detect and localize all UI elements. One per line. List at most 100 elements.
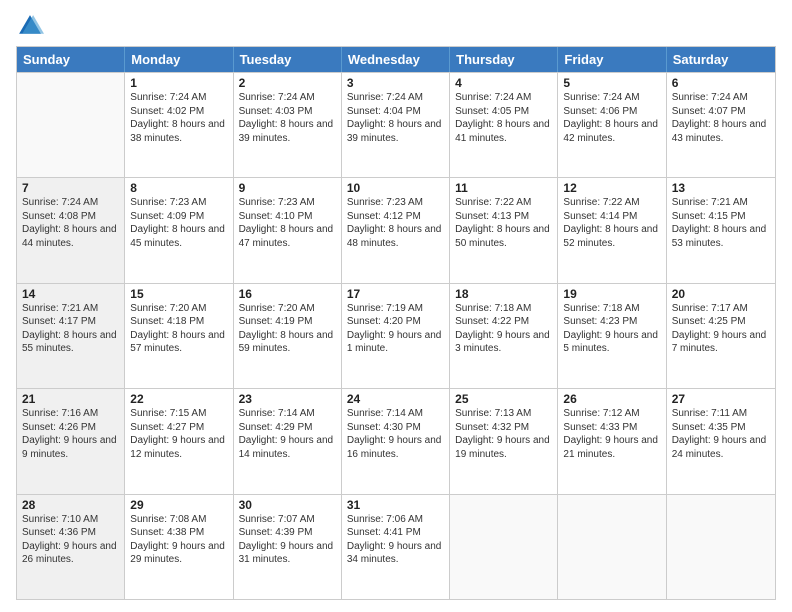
day-number: 27 xyxy=(672,392,770,406)
cell-info: Sunrise: 7:15 AM Sunset: 4:27 PM Dayligh… xyxy=(130,407,227,461)
calendar-cell xyxy=(667,495,775,599)
calendar-cell: 23Sunrise: 7:14 AM Sunset: 4:29 PM Dayli… xyxy=(234,389,342,493)
day-number: 7 xyxy=(22,181,119,195)
day-number: 22 xyxy=(130,392,227,406)
calendar-header-cell: Saturday xyxy=(667,47,775,72)
calendar-week-row: 1Sunrise: 7:24 AM Sunset: 4:02 PM Daylig… xyxy=(17,72,775,177)
calendar-cell: 21Sunrise: 7:16 AM Sunset: 4:26 PM Dayli… xyxy=(17,389,125,493)
day-number: 18 xyxy=(455,287,552,301)
day-number: 15 xyxy=(130,287,227,301)
day-number: 2 xyxy=(239,76,336,90)
cell-info: Sunrise: 7:17 AM Sunset: 4:25 PM Dayligh… xyxy=(672,302,770,356)
day-number: 1 xyxy=(130,76,227,90)
calendar-cell: 30Sunrise: 7:07 AM Sunset: 4:39 PM Dayli… xyxy=(234,495,342,599)
calendar-cell: 12Sunrise: 7:22 AM Sunset: 4:14 PM Dayli… xyxy=(558,178,666,282)
day-number: 30 xyxy=(239,498,336,512)
cell-info: Sunrise: 7:19 AM Sunset: 4:20 PM Dayligh… xyxy=(347,302,444,356)
day-number: 29 xyxy=(130,498,227,512)
calendar-header-cell: Friday xyxy=(558,47,666,72)
calendar-cell xyxy=(558,495,666,599)
day-number: 21 xyxy=(22,392,119,406)
cell-info: Sunrise: 7:08 AM Sunset: 4:38 PM Dayligh… xyxy=(130,513,227,567)
cell-info: Sunrise: 7:24 AM Sunset: 4:05 PM Dayligh… xyxy=(455,91,552,145)
calendar-cell: 8Sunrise: 7:23 AM Sunset: 4:09 PM Daylig… xyxy=(125,178,233,282)
calendar-cell: 26Sunrise: 7:12 AM Sunset: 4:33 PM Dayli… xyxy=(558,389,666,493)
calendar-cell: 10Sunrise: 7:23 AM Sunset: 4:12 PM Dayli… xyxy=(342,178,450,282)
calendar-cell: 19Sunrise: 7:18 AM Sunset: 4:23 PM Dayli… xyxy=(558,284,666,388)
calendar-body: 1Sunrise: 7:24 AM Sunset: 4:02 PM Daylig… xyxy=(17,72,775,599)
day-number: 16 xyxy=(239,287,336,301)
day-number: 24 xyxy=(347,392,444,406)
day-number: 14 xyxy=(22,287,119,301)
calendar-cell: 5Sunrise: 7:24 AM Sunset: 4:06 PM Daylig… xyxy=(558,73,666,177)
calendar-cell: 17Sunrise: 7:19 AM Sunset: 4:20 PM Dayli… xyxy=(342,284,450,388)
calendar-week-row: 21Sunrise: 7:16 AM Sunset: 4:26 PM Dayli… xyxy=(17,388,775,493)
day-number: 3 xyxy=(347,76,444,90)
cell-info: Sunrise: 7:16 AM Sunset: 4:26 PM Dayligh… xyxy=(22,407,119,461)
cell-info: Sunrise: 7:22 AM Sunset: 4:13 PM Dayligh… xyxy=(455,196,552,250)
cell-info: Sunrise: 7:18 AM Sunset: 4:23 PM Dayligh… xyxy=(563,302,660,356)
day-number: 10 xyxy=(347,181,444,195)
calendar-header-row: SundayMondayTuesdayWednesdayThursdayFrid… xyxy=(17,47,775,72)
calendar-cell: 15Sunrise: 7:20 AM Sunset: 4:18 PM Dayli… xyxy=(125,284,233,388)
day-number: 11 xyxy=(455,181,552,195)
calendar-header-cell: Wednesday xyxy=(342,47,450,72)
cell-info: Sunrise: 7:20 AM Sunset: 4:18 PM Dayligh… xyxy=(130,302,227,356)
cell-info: Sunrise: 7:06 AM Sunset: 4:41 PM Dayligh… xyxy=(347,513,444,567)
calendar-cell: 18Sunrise: 7:18 AM Sunset: 4:22 PM Dayli… xyxy=(450,284,558,388)
calendar-cell: 28Sunrise: 7:10 AM Sunset: 4:36 PM Dayli… xyxy=(17,495,125,599)
day-number: 28 xyxy=(22,498,119,512)
cell-info: Sunrise: 7:22 AM Sunset: 4:14 PM Dayligh… xyxy=(563,196,660,250)
cell-info: Sunrise: 7:24 AM Sunset: 4:03 PM Dayligh… xyxy=(239,91,336,145)
cell-info: Sunrise: 7:23 AM Sunset: 4:10 PM Dayligh… xyxy=(239,196,336,250)
calendar-cell: 29Sunrise: 7:08 AM Sunset: 4:38 PM Dayli… xyxy=(125,495,233,599)
cell-info: Sunrise: 7:21 AM Sunset: 4:15 PM Dayligh… xyxy=(672,196,770,250)
calendar-cell: 11Sunrise: 7:22 AM Sunset: 4:13 PM Dayli… xyxy=(450,178,558,282)
calendar-header-cell: Monday xyxy=(125,47,233,72)
calendar-cell: 22Sunrise: 7:15 AM Sunset: 4:27 PM Dayli… xyxy=(125,389,233,493)
calendar-cell: 13Sunrise: 7:21 AM Sunset: 4:15 PM Dayli… xyxy=(667,178,775,282)
day-number: 5 xyxy=(563,76,660,90)
cell-info: Sunrise: 7:10 AM Sunset: 4:36 PM Dayligh… xyxy=(22,513,119,567)
cell-info: Sunrise: 7:23 AM Sunset: 4:09 PM Dayligh… xyxy=(130,196,227,250)
cell-info: Sunrise: 7:13 AM Sunset: 4:32 PM Dayligh… xyxy=(455,407,552,461)
day-number: 23 xyxy=(239,392,336,406)
cell-info: Sunrise: 7:07 AM Sunset: 4:39 PM Dayligh… xyxy=(239,513,336,567)
cell-info: Sunrise: 7:24 AM Sunset: 4:08 PM Dayligh… xyxy=(22,196,119,250)
calendar-header-cell: Tuesday xyxy=(234,47,342,72)
calendar-cell: 9Sunrise: 7:23 AM Sunset: 4:10 PM Daylig… xyxy=(234,178,342,282)
calendar-cell: 7Sunrise: 7:24 AM Sunset: 4:08 PM Daylig… xyxy=(17,178,125,282)
calendar: SundayMondayTuesdayWednesdayThursdayFrid… xyxy=(16,46,776,600)
day-number: 6 xyxy=(672,76,770,90)
calendar-header-cell: Sunday xyxy=(17,47,125,72)
day-number: 12 xyxy=(563,181,660,195)
day-number: 25 xyxy=(455,392,552,406)
cell-info: Sunrise: 7:18 AM Sunset: 4:22 PM Dayligh… xyxy=(455,302,552,356)
calendar-cell xyxy=(17,73,125,177)
calendar-cell: 16Sunrise: 7:20 AM Sunset: 4:19 PM Dayli… xyxy=(234,284,342,388)
cell-info: Sunrise: 7:24 AM Sunset: 4:06 PM Dayligh… xyxy=(563,91,660,145)
cell-info: Sunrise: 7:14 AM Sunset: 4:29 PM Dayligh… xyxy=(239,407,336,461)
cell-info: Sunrise: 7:12 AM Sunset: 4:33 PM Dayligh… xyxy=(563,407,660,461)
calendar-cell: 24Sunrise: 7:14 AM Sunset: 4:30 PM Dayli… xyxy=(342,389,450,493)
calendar-week-row: 7Sunrise: 7:24 AM Sunset: 4:08 PM Daylig… xyxy=(17,177,775,282)
day-number: 8 xyxy=(130,181,227,195)
cell-info: Sunrise: 7:23 AM Sunset: 4:12 PM Dayligh… xyxy=(347,196,444,250)
day-number: 20 xyxy=(672,287,770,301)
calendar-header-cell: Thursday xyxy=(450,47,558,72)
logo xyxy=(16,12,48,40)
calendar-week-row: 14Sunrise: 7:21 AM Sunset: 4:17 PM Dayli… xyxy=(17,283,775,388)
day-number: 9 xyxy=(239,181,336,195)
cell-info: Sunrise: 7:24 AM Sunset: 4:04 PM Dayligh… xyxy=(347,91,444,145)
cell-info: Sunrise: 7:24 AM Sunset: 4:07 PM Dayligh… xyxy=(672,91,770,145)
page-header xyxy=(16,12,776,40)
calendar-cell: 31Sunrise: 7:06 AM Sunset: 4:41 PM Dayli… xyxy=(342,495,450,599)
day-number: 31 xyxy=(347,498,444,512)
calendar-cell: 2Sunrise: 7:24 AM Sunset: 4:03 PM Daylig… xyxy=(234,73,342,177)
cell-info: Sunrise: 7:21 AM Sunset: 4:17 PM Dayligh… xyxy=(22,302,119,356)
calendar-cell: 1Sunrise: 7:24 AM Sunset: 4:02 PM Daylig… xyxy=(125,73,233,177)
calendar-cell xyxy=(450,495,558,599)
day-number: 4 xyxy=(455,76,552,90)
calendar-cell: 6Sunrise: 7:24 AM Sunset: 4:07 PM Daylig… xyxy=(667,73,775,177)
calendar-cell: 4Sunrise: 7:24 AM Sunset: 4:05 PM Daylig… xyxy=(450,73,558,177)
